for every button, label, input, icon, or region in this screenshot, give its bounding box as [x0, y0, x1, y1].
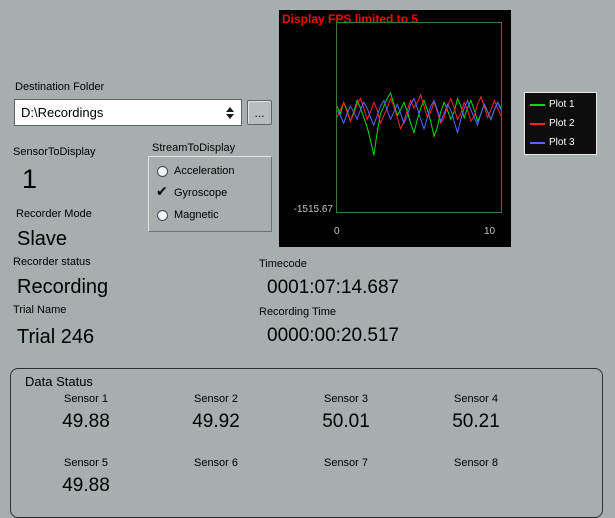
- waveform-svg: [337, 23, 501, 212]
- sensor-cell-8: Sensor 8: [411, 457, 541, 497]
- destination-folder-value[interactable]: D:\Recordings: [15, 105, 222, 120]
- sensor-cell-2: Sensor 2 49.92: [151, 393, 281, 433]
- stream-to-display-label: StreamToDisplay: [152, 142, 236, 154]
- sensor-label: Sensor 2: [193, 393, 239, 405]
- data-status-title: Data Status: [25, 374, 93, 389]
- sensor-grid: Sensor 1 49.88 Sensor 2 49.92 Sensor 3 5…: [21, 393, 541, 497]
- sensor-value: 49.88: [62, 411, 110, 432]
- plot-area: [336, 22, 502, 213]
- sensor-cell-3: Sensor 3 50.01: [281, 393, 411, 433]
- radio-option-acceleration[interactable]: Acceleration: [157, 162, 263, 180]
- app-window: Destination Folder D:\Recordings ... Sen…: [0, 0, 615, 518]
- x-axis-tick-max: 10: [484, 226, 496, 237]
- sensor-value: 49.88: [62, 475, 110, 496]
- sensor-value: 50.01: [322, 411, 370, 432]
- trial-name-label: Trial Name: [13, 304, 67, 316]
- legend-label-plot1: Plot 1: [549, 99, 575, 110]
- radio-option-magnetic[interactable]: Magnetic: [157, 206, 263, 224]
- sensor-label: Sensor 6: [193, 457, 239, 469]
- legend-label-plot3: Plot 3: [549, 137, 575, 148]
- timecode-label: Timecode: [259, 258, 307, 270]
- chart-legend: Plot 1 Plot 2 Plot 3: [524, 92, 597, 155]
- radio-option-gyroscope[interactable]: Gyroscope: [156, 183, 263, 202]
- sensor-label: Sensor 3: [323, 393, 369, 405]
- sensor-label: Sensor 5: [63, 457, 109, 469]
- timecode-value: 0001:07:14.687: [267, 277, 400, 298]
- legend-line-0: [530, 103, 545, 106]
- sensor-value: 50.21: [452, 411, 500, 432]
- sensor-cell-1: Sensor 1 49.88: [21, 393, 151, 433]
- sensor-cell-7: Sensor 7: [281, 457, 411, 497]
- destination-folder-input[interactable]: D:\Recordings: [14, 99, 242, 126]
- destination-folder-label: Destination Folder: [15, 81, 105, 93]
- sensor-to-display-label: SensorToDisplay: [13, 146, 96, 158]
- sensor-value: 49.92: [192, 411, 240, 432]
- sensor-label: Sensor 4: [453, 393, 499, 405]
- sensor-cell-6: Sensor 6: [151, 457, 281, 497]
- recorder-status-label: Recorder status: [13, 256, 91, 268]
- browse-button[interactable]: ...: [247, 100, 272, 125]
- recording-time-label: Recording Time: [259, 306, 337, 318]
- stream-to-display-group: Acceleration Gyroscope Magnetic: [148, 156, 272, 232]
- path-spinner-control[interactable]: [222, 106, 238, 119]
- recorder-status-value: Recording: [17, 276, 109, 298]
- sensor-label: Sensor 7: [323, 457, 369, 469]
- sensor-cell-5: Sensor 5 49.88: [21, 457, 151, 497]
- radio-label-gyroscope: Gyroscope: [174, 187, 228, 199]
- trial-name-value: Trial 246: [17, 326, 95, 348]
- radio-label-magnetic: Magnetic: [174, 209, 219, 221]
- radio-label-acceleration: Acceleration: [174, 165, 235, 177]
- legend-item-plot1: Plot 1: [525, 95, 596, 114]
- legend-item-plot3: Plot 3: [525, 133, 596, 152]
- radio-indicator-1[interactable]: [156, 183, 168, 200]
- recording-time-value: 0000:00:20.517: [267, 325, 400, 346]
- y-axis-min-label: -1515.67: [293, 204, 333, 215]
- sensor-cell-4: Sensor 4 50.21: [411, 393, 541, 433]
- legend-item-plot2: Plot 2: [525, 114, 596, 133]
- recorder-mode-value: Slave: [17, 228, 68, 250]
- chart-panel: Display FPS limited to 5 -1515.67 0 10: [279, 10, 511, 247]
- legend-label-plot2: Plot 2: [549, 118, 575, 129]
- sensor-label: Sensor 1: [63, 393, 109, 405]
- spinner-up-icon: [226, 106, 234, 112]
- sensor-to-display-value: 1: [22, 164, 38, 194]
- legend-line-2: [530, 141, 545, 144]
- x-axis-tick-min: 0: [334, 226, 340, 237]
- data-status-group: Data Status Sensor 1 49.88 Sensor 2 49.9…: [10, 368, 603, 518]
- legend-line-1: [530, 122, 545, 125]
- radio-indicator-0[interactable]: [157, 165, 168, 177]
- sensor-label: Sensor 8: [453, 457, 499, 469]
- recorder-mode-label: Recorder Mode: [16, 208, 92, 220]
- spinner-down-icon: [226, 113, 234, 119]
- radio-indicator-2[interactable]: [157, 209, 168, 221]
